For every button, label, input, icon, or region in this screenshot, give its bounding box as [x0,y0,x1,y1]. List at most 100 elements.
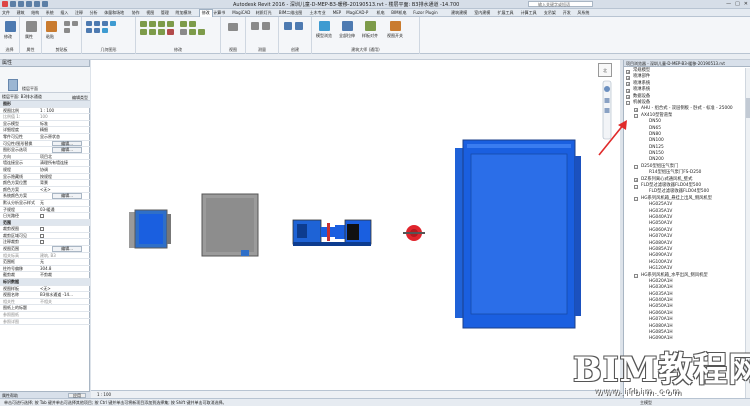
view-toggle-icon[interactable] [390,21,401,31]
tab-8[interactable]: 协作 [132,10,140,16]
trim-icon[interactable] [180,21,187,27]
tab-2[interactable]: 结构 [31,10,39,16]
collapse-icon[interactable]: - [634,184,638,189]
tab-23[interactable]: 建筑建模 [451,10,467,16]
property-row[interactable]: 裁剪视图 [0,226,90,233]
property-value[interactable]: 按规程 [40,174,52,180]
collapse-icon[interactable]: - [634,114,638,119]
tab-3[interactable]: 系统 [46,10,54,16]
pipeline-pump[interactable] [292,219,372,246]
tab-9[interactable]: 视图 [146,10,154,16]
tab-18[interactable]: MEP [333,10,341,15]
view-button[interactable] [228,23,238,31]
property-checkbox[interactable] [40,227,44,232]
properties-button[interactable] [26,21,37,32]
save-icon[interactable] [18,1,24,7]
delete-icon[interactable] [167,29,174,35]
tab-10[interactable]: 管理 [161,10,169,16]
property-value[interactable]: 304.8 [40,266,51,272]
tab-1[interactable]: 建筑 [17,10,25,16]
property-value[interactable]: <无> [40,286,51,292]
property-row[interactable]: 图形显示选项 编辑... [0,147,90,154]
minimize-button[interactable]: — [726,1,731,7]
expand-icon[interactable]: + [626,82,630,87]
cut-icon[interactable] [64,21,70,26]
property-checkbox[interactable] [40,214,44,219]
property-value[interactable]: 标准 [40,121,48,127]
property-value[interactable]: 100 [40,114,48,120]
property-row[interactable]: 图纸上的标题 [0,305,90,312]
copy-element-icon[interactable] [149,29,156,35]
paste-button[interactable] [46,21,57,32]
air-handling-unit[interactable] [455,139,581,329]
property-row[interactable]: 默认分析显示样式无 [0,200,90,207]
property-row[interactable]: 规程 协调 [0,167,90,174]
template-align-icon[interactable] [365,21,376,31]
property-value[interactable]: 无 [40,259,44,265]
property-row[interactable]: 视图名称 B3排水通道 -14... [0,292,90,299]
property-value[interactable]: 协调 [40,167,48,173]
property-value[interactable]: <无> [40,187,51,193]
fan-coil-unit[interactable] [129,209,171,249]
collapse-icon[interactable]: - [626,101,630,106]
tab-21[interactable]: BIM机电 [391,10,406,16]
type-preview[interactable]: 楼层平面 [0,67,90,93]
expand-icon[interactable]: + [626,69,630,74]
measure-icon[interactable] [251,22,259,30]
property-row[interactable]: 参照详图 [0,319,90,326]
print-icon[interactable] [42,1,48,7]
create-group-icon[interactable] [295,22,303,30]
property-checkbox[interactable] [40,240,44,245]
edit-button[interactable]: 编辑... [52,147,82,153]
pressure-valve[interactable] [403,225,425,241]
revit-logo-icon[interactable] [2,1,8,7]
tree-item[interactable]: HG090A1H [624,336,746,342]
property-value[interactable]: 1 : 100 [40,108,54,114]
edit-button[interactable]: 编辑... [52,246,82,252]
copy-icon[interactable] [64,28,70,33]
property-value[interactable]: 建筑, B3 [40,253,56,259]
tab-26[interactable]: 计算工具 [521,10,537,16]
tab-24[interactable]: 室内建模 [474,10,490,16]
cope-icon[interactable] [86,21,92,26]
property-value[interactable]: B3排水通道 -14... [40,292,73,298]
paint-icon[interactable] [102,28,108,33]
browser-scrollbar[interactable] [745,68,750,398]
tab-0[interactable]: 文件 [2,10,10,16]
align-icon[interactable] [140,21,147,27]
quick-access-toolbar[interactable] [2,1,48,8]
dimension-icon[interactable] [262,22,270,30]
undo-icon[interactable] [26,1,32,7]
property-row[interactable]: 系统颜色方案 编辑... [0,193,90,200]
property-row[interactable]: 范围框 无 [0,259,90,266]
demolish-icon[interactable] [94,28,100,33]
create-assembly-icon[interactable] [284,22,292,30]
tab-15[interactable]: 材质灯光 [256,10,272,16]
tab-4[interactable]: 插入 [60,10,68,16]
tab-27[interactable]: 支吊架 [544,10,556,16]
pin-icon[interactable] [180,29,187,35]
property-value[interactable]: 无 [40,200,44,206]
edit-button[interactable]: 编辑... [52,193,82,199]
tab-13[interactable]: 计算书 [213,10,225,16]
tab-25[interactable]: 扩展工具 [498,10,514,16]
view-scale[interactable]: 1 : 100 [97,391,111,398]
tab-29[interactable]: 风系统 [577,10,589,16]
property-value[interactable]: 背景 [40,180,48,186]
rotate-icon[interactable] [158,29,165,35]
array-icon[interactable] [189,29,196,35]
property-row[interactable]: 日光路径 [0,213,90,220]
scale-icon[interactable] [198,29,205,35]
tab-19[interactable]: MagiCAD-P [346,10,368,15]
property-row[interactable]: 颜色方案位置 背景 [0,180,90,187]
expand-icon[interactable]: + [626,75,630,80]
tab-16[interactable]: BIM二维出图 [279,10,302,16]
mirror-axis-icon[interactable] [158,21,165,27]
property-row[interactable]: 参照图纸 [0,312,90,319]
collapse-icon[interactable]: - [634,274,638,278]
property-value[interactable]: 清理所有墙连接 [40,160,68,166]
tab-7[interactable]: 体量和场地 [104,10,124,16]
edit-button[interactable]: 编辑... [52,140,82,147]
move-icon[interactable] [140,29,147,35]
tab-20[interactable]: 机电 [377,10,385,16]
